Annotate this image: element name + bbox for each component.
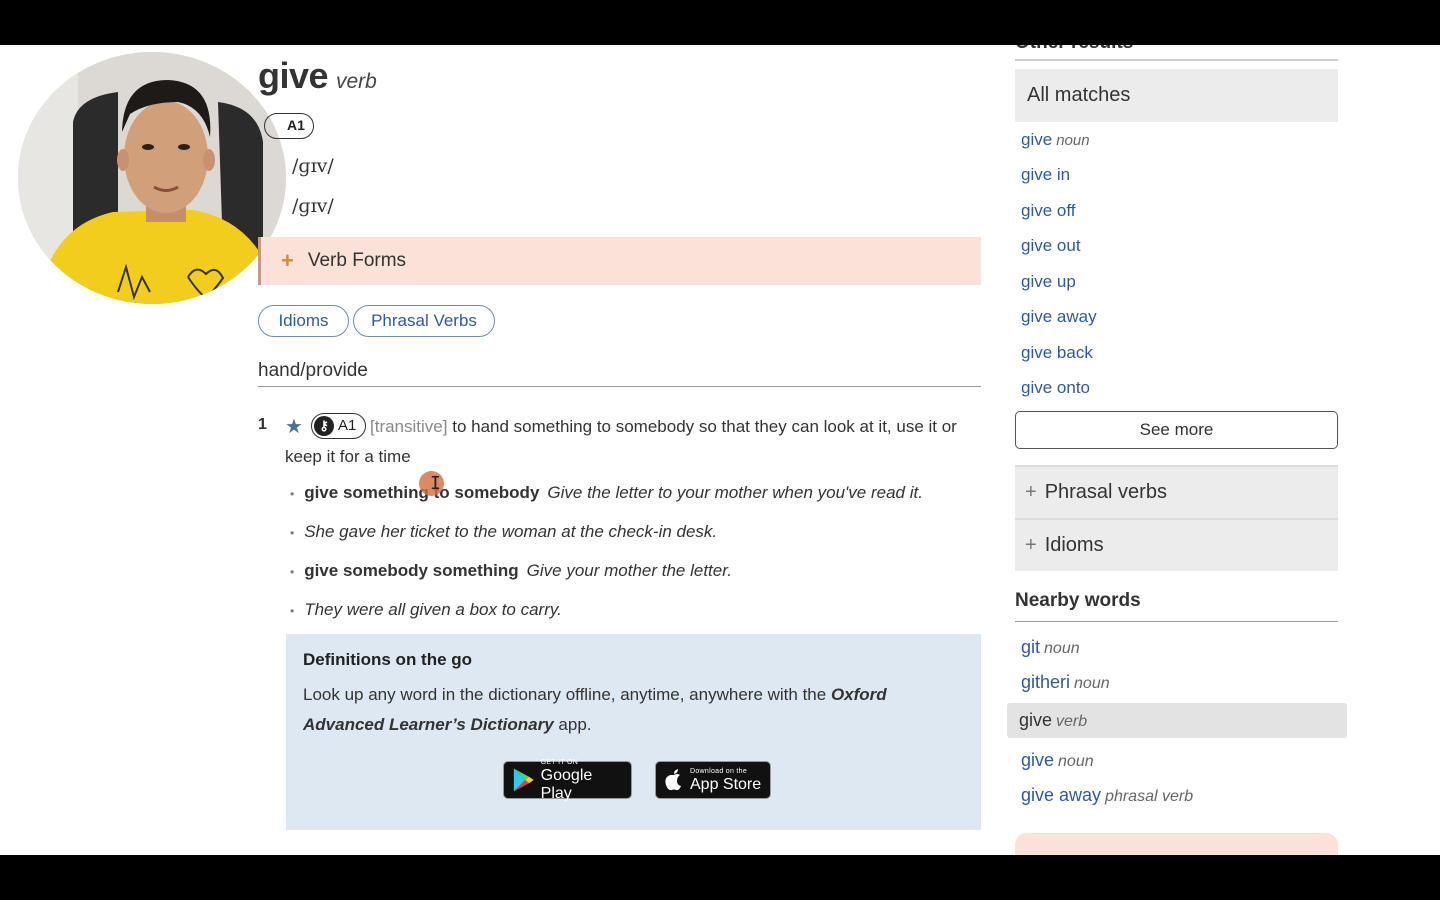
bullet-icon: • [290, 525, 295, 540]
plus-icon: + [281, 248, 294, 273]
example-sentence: Give the letter to your mother when you'… [547, 483, 923, 502]
sidebar-promo-box [1015, 833, 1338, 855]
nearby-pos: noun [1074, 675, 1110, 692]
match-word: give up [1021, 272, 1076, 291]
idioms-accordion[interactable]: + Idioms [1015, 518, 1338, 571]
phrasal-verbs-accordion[interactable]: + Phrasal verbs [1015, 465, 1338, 518]
plus-icon: + [1025, 481, 1037, 503]
phrasal-verbs-jump-button[interactable]: Phrasal Verbs [353, 305, 495, 337]
match-link[interactable]: give back [1021, 343, 1093, 363]
apple-icon [665, 769, 681, 791]
text-cursor-icon: I [430, 475, 441, 493]
phrasal-verbs-label: Phrasal verbs [1044, 481, 1167, 503]
match-link[interactable]: give off [1021, 201, 1076, 221]
dictionary-page: give verb A1 /ɡɪv/ /ɡɪv/ + Verb Forms Id… [0, 45, 1440, 855]
promo-body: Look up any word in the dictionary offli… [303, 680, 943, 740]
match-link[interactable]: give out [1021, 236, 1081, 256]
promo-text-start: Look up any word in the dictionary offli… [303, 685, 831, 704]
nearby-word-current: give verb [1007, 703, 1347, 738]
match-word: give [1021, 130, 1053, 149]
nearby-word: give [1019, 710, 1053, 730]
app-store-small-text: Download on the [690, 767, 748, 775]
google-play-label: Google Play [540, 766, 593, 802]
example-sentence: They were all given a box to carry. [304, 600, 562, 619]
match-pos: noun [1056, 132, 1090, 149]
sense-heading: hand/provide [258, 360, 981, 387]
match-link[interactable]: give in [1021, 165, 1070, 185]
all-matches-header: All matches [1015, 69, 1338, 122]
example-sentence: Give your mother the letter. [526, 561, 732, 580]
oxford-3000-key-icon: ⚷ [314, 416, 334, 436]
match-link[interactable]: give onto [1021, 378, 1090, 398]
match-word: give off [1021, 201, 1076, 220]
google-play-small-text: GET IT ON [540, 758, 579, 766]
phonetic-uk: /ɡɪv/ [292, 155, 334, 177]
match-word: give away [1021, 307, 1097, 326]
idioms-jump-button[interactable]: Idioms [258, 305, 349, 337]
nearby-word-link[interactable]: githeri noun [1021, 672, 1110, 693]
match-word: give onto [1021, 378, 1090, 397]
nearby-word: give away [1021, 785, 1102, 805]
nearby-word-link[interactable]: give noun [1021, 750, 1094, 771]
nearby-word: git [1021, 637, 1041, 657]
nearby-pos: noun [1044, 640, 1080, 657]
google-play-button[interactable]: GET IT ON Google Play [503, 758, 632, 802]
grammar-label: [transitive] [370, 417, 448, 436]
match-link[interactable]: give noun [1021, 130, 1090, 150]
letterbox-top [0, 0, 1440, 45]
match-link[interactable]: give away [1021, 307, 1097, 327]
sense-number: 1 [258, 416, 267, 433]
match-word: give in [1021, 165, 1071, 184]
nearby-word: give [1021, 750, 1055, 770]
plus-icon: + [1025, 534, 1037, 556]
promo-text-end: app. [553, 715, 592, 734]
example-item: • They were all given a box to carry. [290, 600, 562, 620]
verb-forms-label: Verb Forms [307, 250, 407, 271]
nearby-pos: verb [1056, 713, 1088, 730]
bullet-icon: • [290, 603, 295, 618]
collocation: give somebody something [304, 561, 519, 580]
definition-cefr-label: A1 [338, 417, 357, 434]
match-link[interactable]: give up [1021, 272, 1076, 292]
match-word: give back [1021, 343, 1093, 362]
idioms-label: Idioms [1044, 534, 1104, 556]
example-item: • She gave her ticket to the woman at the… [290, 522, 717, 542]
phonetic-us: /ɡɪv/ [292, 195, 334, 217]
definition: [transitive] to hand something to somebo… [285, 412, 985, 472]
app-store-button[interactable]: Download on the App Store [655, 761, 771, 799]
presenter-illustration [18, 52, 286, 304]
nearby-words-title: Nearby words [1015, 590, 1338, 622]
star-icon: ★ [285, 414, 303, 438]
bullet-icon: • [290, 564, 295, 579]
google-play-icon [513, 768, 534, 792]
nearby-word: githeri [1021, 672, 1071, 692]
cefr-level-badge: A1 [264, 113, 314, 139]
headword: give [258, 55, 329, 96]
bullet-icon: • [290, 486, 295, 501]
nearby-pos: phrasal verb [1105, 788, 1194, 805]
nearby-word-link[interactable]: give away phrasal verb [1021, 785, 1193, 806]
see-more-button[interactable]: See more [1015, 411, 1338, 449]
nearby-word-link[interactable]: git noun [1021, 637, 1080, 658]
example-item: • give somebody something Give your mother… [290, 561, 732, 581]
app-promo-box: Definitions on the go Look up any word i… [286, 634, 981, 830]
cefr-level-label: A1 [287, 117, 305, 133]
promo-title: Definitions on the go [303, 650, 473, 669]
letterbox-bottom [0, 855, 1440, 900]
app-store-label: App Store [690, 775, 762, 793]
part-of-speech: verb [336, 70, 377, 93]
match-word: give out [1021, 236, 1081, 255]
example-item: • give something to somebody Give the lett… [290, 483, 923, 503]
other-results-title: Other results [1015, 45, 1338, 61]
example-sentence: She gave her ticket to the woman at the … [304, 522, 718, 541]
verb-forms-toggle[interactable]: + Verb Forms [258, 237, 981, 285]
definition-cefr-badge: ⚷ A1 [311, 413, 366, 439]
presenter-webcam [18, 52, 286, 304]
nearby-pos: noun [1058, 753, 1094, 770]
